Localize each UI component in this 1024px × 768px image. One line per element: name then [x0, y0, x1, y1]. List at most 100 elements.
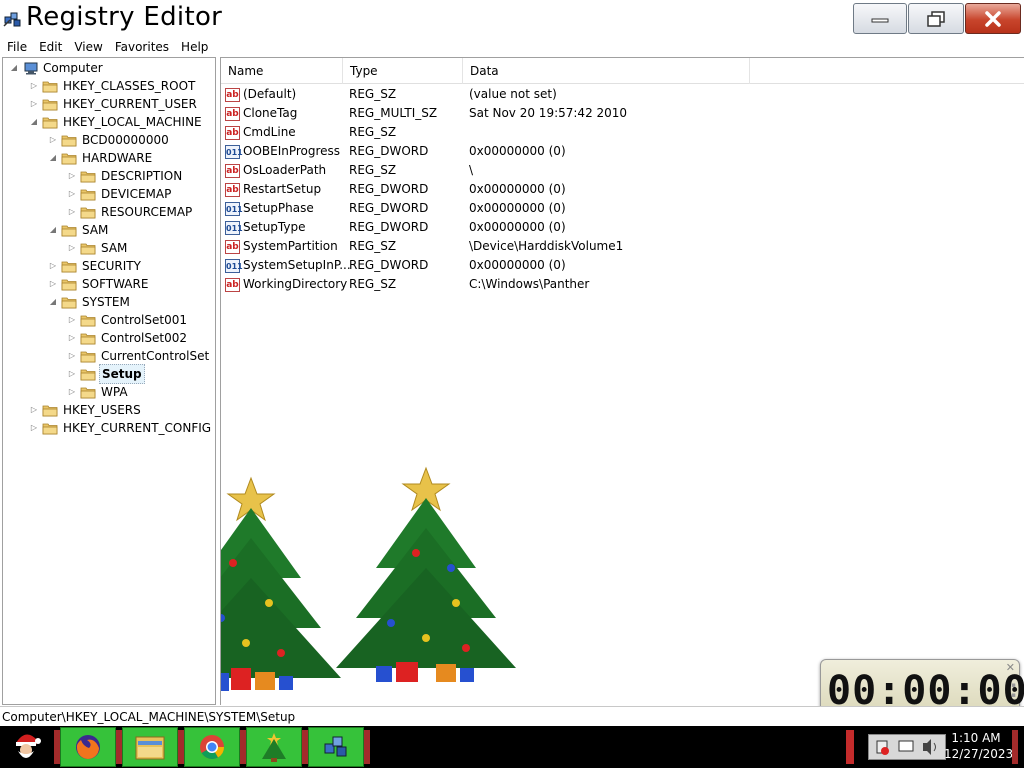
collapse-arrow-icon[interactable]: ◢	[29, 117, 39, 127]
tree-label: Computer	[43, 61, 103, 75]
status-bar-path: Computer\HKEY_LOCAL_MACHINE\SYSTEM\Setup	[0, 706, 1024, 726]
tree-node-system[interactable]: ◢ SYSTEM	[48, 293, 132, 311]
value-name: CmdLine	[243, 125, 296, 139]
timer-close-icon[interactable]: ✕	[1006, 661, 1015, 674]
expand-arrow-icon[interactable]: ▷	[67, 207, 77, 217]
tree-node-wpa[interactable]: ▷ WPA	[67, 383, 130, 401]
expand-arrow-icon[interactable]: ▷	[67, 369, 77, 379]
value-type: REG_DWORD	[349, 144, 429, 158]
santa-start-icon	[16, 734, 41, 758]
menu-favorites[interactable]: Favorites	[109, 38, 175, 56]
start-button[interactable]	[0, 727, 52, 767]
tree-icon	[262, 733, 286, 762]
expand-arrow-icon[interactable]: ▷	[29, 99, 39, 109]
value-row[interactable]: ab RestartSetup REG_DWORD 0x00000000 (0)	[225, 180, 825, 199]
tree-label: DEVICEMAP	[101, 187, 172, 201]
value-name: WorkingDirectory	[243, 277, 348, 291]
collapse-arrow-icon[interactable]: ◢	[48, 225, 58, 235]
tree-node-setup[interactable]: ▷ Setup	[67, 364, 145, 384]
expand-arrow-icon[interactable]: ▷	[67, 171, 77, 181]
taskbar-clock[interactable]: 1:10 AM 12/27/2023	[944, 730, 1013, 766]
value-row[interactable]: ab SystemPartition REG_SZ \Device\HarddiskV…	[225, 237, 825, 256]
tree-label: HKEY_CURRENT_USER	[63, 97, 197, 111]
tree-node-hardware[interactable]: ◢ HARDWARE	[48, 149, 154, 167]
tree-node-security[interactable]: ▷ SECURITY	[48, 257, 143, 275]
expand-arrow-icon[interactable]: ▷	[29, 423, 39, 433]
tree-node-computer[interactable]: ◢ Computer	[9, 59, 105, 77]
value-data: 0x00000000 (0)	[469, 144, 566, 158]
value-name: SetupType	[243, 220, 306, 234]
expand-arrow-icon[interactable]: ▷	[48, 135, 58, 145]
value-row[interactable]: ab WorkingDirectory REG_SZ C:\Windows\Panth…	[225, 275, 825, 294]
expand-arrow-icon[interactable]: ▷	[67, 333, 77, 343]
tree-node-bcd00000000[interactable]: ▷ BCD00000000	[48, 131, 171, 149]
tree-node-currentcontrolset[interactable]: ▷ CurrentControlSet	[67, 347, 211, 365]
tree-node-sam[interactable]: ◢ SAM	[48, 221, 110, 239]
expand-arrow-icon[interactable]: ▷	[48, 279, 58, 289]
firefox-icon	[76, 735, 100, 759]
show-desktop-button[interactable]	[1012, 730, 1018, 764]
string-value-icon: ab	[225, 163, 240, 178]
folder-icon	[80, 315, 96, 326]
tree-node-hkey_current_user[interactable]: ▷ HKEY_CURRENT_USER	[29, 95, 199, 113]
expand-arrow-icon[interactable]: ▷	[67, 189, 77, 199]
expand-arrow-icon[interactable]: ◢	[9, 63, 19, 73]
expand-arrow-icon[interactable]: ▷	[67, 243, 77, 253]
tree-node-devicemap[interactable]: ▷ DEVICEMAP	[67, 185, 173, 203]
tree-node-sam[interactable]: ▷ SAM	[67, 239, 129, 257]
value-type: REG_MULTI_SZ	[349, 106, 438, 120]
binary-value-icon: 011	[225, 144, 243, 159]
folder-icon	[42, 99, 58, 110]
menu-file[interactable]: File	[0, 38, 33, 56]
value-row[interactable]: ab CmdLine REG_SZ	[225, 123, 825, 142]
value-row[interactable]: 011 SetupType REG_DWORD 0x00000000 (0)	[225, 218, 825, 237]
taskbar-file-explorer[interactable]	[122, 727, 178, 767]
tree-node-hkey_users[interactable]: ▷ HKEY_USERS	[29, 401, 143, 419]
collapse-arrow-icon[interactable]: ◢	[48, 153, 58, 163]
taskbar-registry-editor[interactable]	[308, 727, 364, 767]
expand-arrow-icon[interactable]: ▷	[48, 261, 58, 271]
taskbar-christmas-app[interactable]	[246, 727, 302, 767]
system-tray[interactable]	[868, 734, 946, 760]
value-list-pane[interactable]: Name Type Data ab (Default) REG_SZ (value n…	[220, 57, 1024, 705]
column-header-data[interactable]: Data	[463, 58, 750, 84]
expand-arrow-icon[interactable]: ▷	[67, 387, 77, 397]
menu-edit[interactable]: Edit	[33, 38, 68, 56]
column-header-type[interactable]: Type	[343, 58, 463, 84]
expand-arrow-icon[interactable]: ▷	[29, 405, 39, 415]
tree-node-hkey_current_config[interactable]: ▷ HKEY_CURRENT_CONFIG	[29, 419, 213, 437]
expand-arrow-icon[interactable]: ▷	[67, 351, 77, 361]
restore-button[interactable]	[908, 3, 964, 34]
tree-label: SAM	[82, 223, 109, 237]
minimize-button[interactable]	[853, 3, 907, 34]
value-row[interactable]: ab OsLoaderPath REG_SZ \	[225, 161, 825, 180]
value-row[interactable]: 011 SystemSetupInP... REG_DWORD 0x00000000 …	[225, 256, 825, 275]
collapse-arrow-icon[interactable]: ◢	[48, 297, 58, 307]
column-header-name[interactable]: Name	[221, 58, 343, 84]
value-row[interactable]: ab CloneTag REG_MULTI_SZ Sat Nov 20 19:57:4…	[225, 104, 825, 123]
taskbar-firefox[interactable]	[60, 727, 116, 767]
close-button[interactable]	[965, 3, 1021, 34]
value-row[interactable]: 011 OOBEInProgress REG_DWORD 0x00000000 (0)	[225, 142, 825, 161]
value-type: REG_SZ	[349, 277, 397, 291]
folder-icon	[80, 351, 96, 362]
tree-node-hkey_classes_root[interactable]: ▷ HKEY_CLASSES_ROOT	[29, 77, 197, 95]
tree-node-controlset002[interactable]: ▷ ControlSet002	[67, 329, 189, 347]
value-type: REG_DWORD	[349, 220, 429, 234]
menu-view[interactable]: View	[68, 38, 108, 56]
show-tray-button[interactable]	[846, 730, 854, 764]
tree-node-resourcemap[interactable]: ▷ RESOURCEMAP	[67, 203, 194, 221]
tree-node-description[interactable]: ▷ DESCRIPTION	[67, 167, 184, 185]
value-row[interactable]: 011 SetupPhase REG_DWORD 0x00000000 (0)	[225, 199, 825, 218]
tree-node-software[interactable]: ▷ SOFTWARE	[48, 275, 150, 293]
expand-arrow-icon[interactable]: ▷	[67, 315, 77, 325]
value-row[interactable]: ab (Default) REG_SZ (value not set)	[225, 85, 825, 104]
menu-help[interactable]: Help	[175, 38, 214, 56]
taskbar-chrome[interactable]	[184, 727, 240, 767]
key-tree-pane[interactable]: ◢ Computer ▷ HKEY_CLASSES_ROOT ▷ HKEY_CURRENT…	[2, 57, 216, 705]
title-bar[interactable]: Registry Editor	[0, 0, 1024, 38]
expand-arrow-icon[interactable]: ▷	[29, 81, 39, 91]
tree-node-controlset001[interactable]: ▷ ControlSet001	[67, 311, 189, 329]
tree-label: HKEY_CLASSES_ROOT	[63, 79, 196, 93]
tree-node-hkey_local_machine[interactable]: ◢ HKEY_LOCAL_MACHINE	[29, 113, 204, 131]
